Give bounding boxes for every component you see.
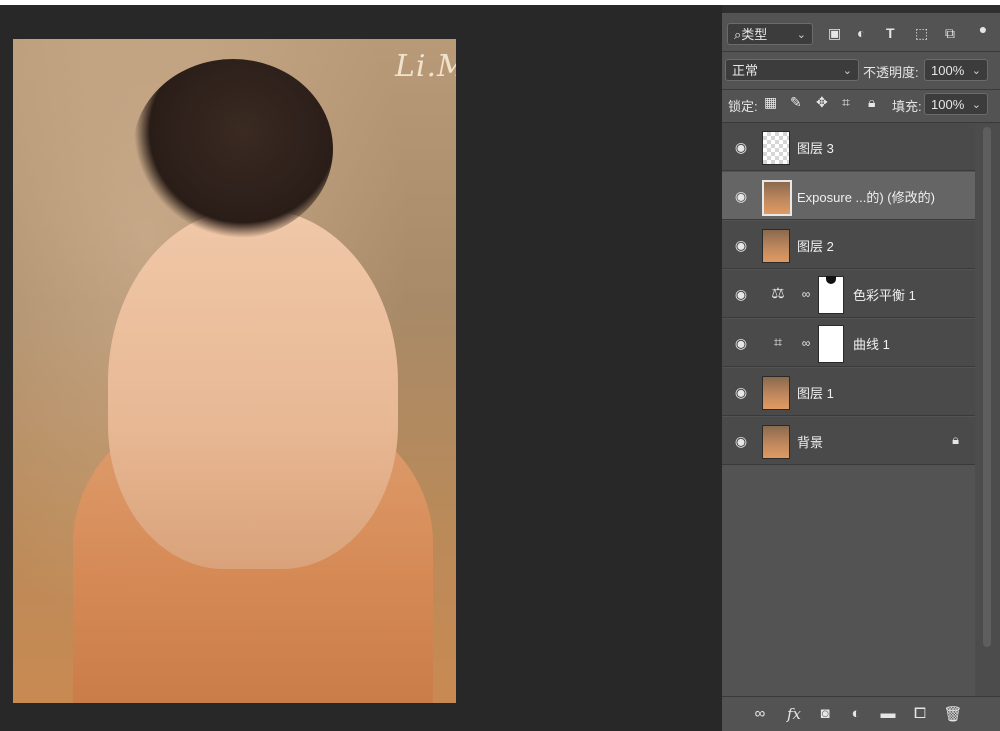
separator <box>722 51 1000 52</box>
layer-name: Exposure ...的) (修改的) <box>797 190 935 205</box>
lock-artboard-icon[interactable]: ⌗ <box>842 94 850 111</box>
eye-icon[interactable]: ◉ <box>732 383 750 401</box>
eye-icon[interactable]: ◉ <box>732 285 750 303</box>
layer-name: 曲线 1 <box>853 337 890 352</box>
layer-thumbnail <box>762 376 790 410</box>
layer-thumbnail <box>762 425 790 459</box>
filter-type-icon[interactable]: T <box>886 25 895 41</box>
filter-shape-icon[interactable]: ⬚ <box>915 25 928 42</box>
photo-back <box>108 209 398 569</box>
layer-row[interactable]: ◉ 图层 3 <box>722 123 975 171</box>
document-image[interactable]: Li.M. <box>13 39 456 703</box>
layer-mask-thumbnail[interactable] <box>818 325 844 363</box>
layer-name: 背景 <box>797 435 824 450</box>
filter-smartobject-icon[interactable]: ⧉ <box>945 25 955 42</box>
layer-row-selected[interactable]: ◉ Exposure ...的) (修改的) <box>722 172 975 220</box>
eye-icon[interactable]: ◉ <box>732 138 750 156</box>
scrollbar-thumb[interactable] <box>983 127 991 647</box>
trash-icon[interactable]: 🗑︎ <box>943 705 963 723</box>
canvas-area[interactable]: Li.M. <box>0 5 722 731</box>
lock-icon[interactable]: 🔒︎ <box>952 432 959 448</box>
layer-mask-thumbnail[interactable] <box>818 276 844 314</box>
layer-row[interactable]: ◉ ⚖ ∞ 色彩平衡 1 <box>722 270 975 318</box>
chevron-down-icon: ⌄ <box>971 65 981 77</box>
opacity-field[interactable]: 100% ⌄ <box>924 59 988 81</box>
layer-row[interactable]: ◉ 图层 2 <box>722 221 975 269</box>
filter-toggle-icon[interactable]: ● <box>974 21 992 37</box>
layer-row[interactable]: ◉ 背景 🔒︎ <box>722 417 975 465</box>
blend-mode-value: 正常 <box>732 63 759 78</box>
layer-name: 图层 1 <box>797 386 834 401</box>
layer-row[interactable]: ◉ 图层 1 <box>722 368 975 416</box>
curves-icon: ⌗ <box>773 334 783 351</box>
layer-name: 色彩平衡 1 <box>853 288 916 303</box>
adjustment-layer-icon[interactable]: ◐ <box>846 705 866 722</box>
lock-all-icon[interactable]: 🔒︎ <box>868 94 875 111</box>
chevron-down-icon: ⌄ <box>796 29 806 41</box>
lock-transparent-icon[interactable]: ▦ <box>764 94 777 111</box>
blend-mode-select[interactable]: 正常 ⌄ <box>725 59 859 81</box>
eye-icon[interactable]: ◉ <box>732 334 750 352</box>
fx-icon[interactable]: fx <box>784 705 804 723</box>
eye-icon[interactable]: ◉ <box>732 187 750 205</box>
layer-thumbnail <box>762 131 790 165</box>
layer-thumbnail <box>762 180 792 216</box>
fill-value: 100% <box>931 97 965 112</box>
filter-pixel-icon[interactable]: ▣ <box>828 25 841 42</box>
layer-name: 图层 2 <box>797 239 834 254</box>
eye-icon[interactable]: ◉ <box>732 236 750 254</box>
photo-head <box>133 59 333 239</box>
opacity-value: 100% <box>931 63 965 78</box>
layers-scrollbar[interactable] <box>975 123 1000 698</box>
layer-name: 图层 3 <box>797 141 834 156</box>
layer-thumbnail <box>762 229 790 263</box>
add-mask-icon[interactable]: ◙ <box>815 705 835 722</box>
panel-top-strip <box>722 5 1000 13</box>
chevron-down-icon: ⌄ <box>842 65 852 77</box>
layer-filter-select[interactable]: ⌕类型 ⌄ <box>727 23 813 45</box>
lock-position-icon[interactable]: ✥ <box>816 94 828 111</box>
filter-adjustment-icon[interactable]: ◐ <box>857 25 865 41</box>
layers-panel: ⌕类型 ⌄ ▣ ◐ T ⬚ ⧉ ● 正常 ⌄ 不透明度: 100% ⌄ 锁定: … <box>722 5 1000 731</box>
layer-row[interactable]: ◉ ⌗ ∞ 曲线 1 <box>722 319 975 367</box>
opacity-label: 不透明度: <box>863 65 919 80</box>
fill-field[interactable]: 100% ⌄ <box>924 93 988 115</box>
layers-bottom-toolbar: ∞ fx ◙ ◐ ▬ ⧠ 🗑︎ <box>722 696 1000 731</box>
fill-label: 填充: <box>892 99 922 114</box>
folder-icon[interactable]: ▬ <box>878 705 898 722</box>
link-layers-icon[interactable]: ∞ <box>750 705 770 722</box>
new-layer-icon[interactable]: ⧠ <box>910 705 930 722</box>
link-icon[interactable]: ∞ <box>800 284 812 304</box>
filter-label: 类型 <box>741 27 768 42</box>
color-balance-icon: ⚖ <box>771 285 785 302</box>
chevron-down-icon: ⌄ <box>971 99 981 111</box>
separator <box>722 89 1000 90</box>
image-signature: Li.M. <box>395 49 456 84</box>
eye-icon[interactable]: ◉ <box>732 432 750 450</box>
mask-shape <box>826 276 836 284</box>
link-icon[interactable]: ∞ <box>800 333 812 353</box>
lock-label: 锁定: <box>728 99 758 114</box>
lock-paint-icon[interactable]: ✎ <box>790 94 802 111</box>
